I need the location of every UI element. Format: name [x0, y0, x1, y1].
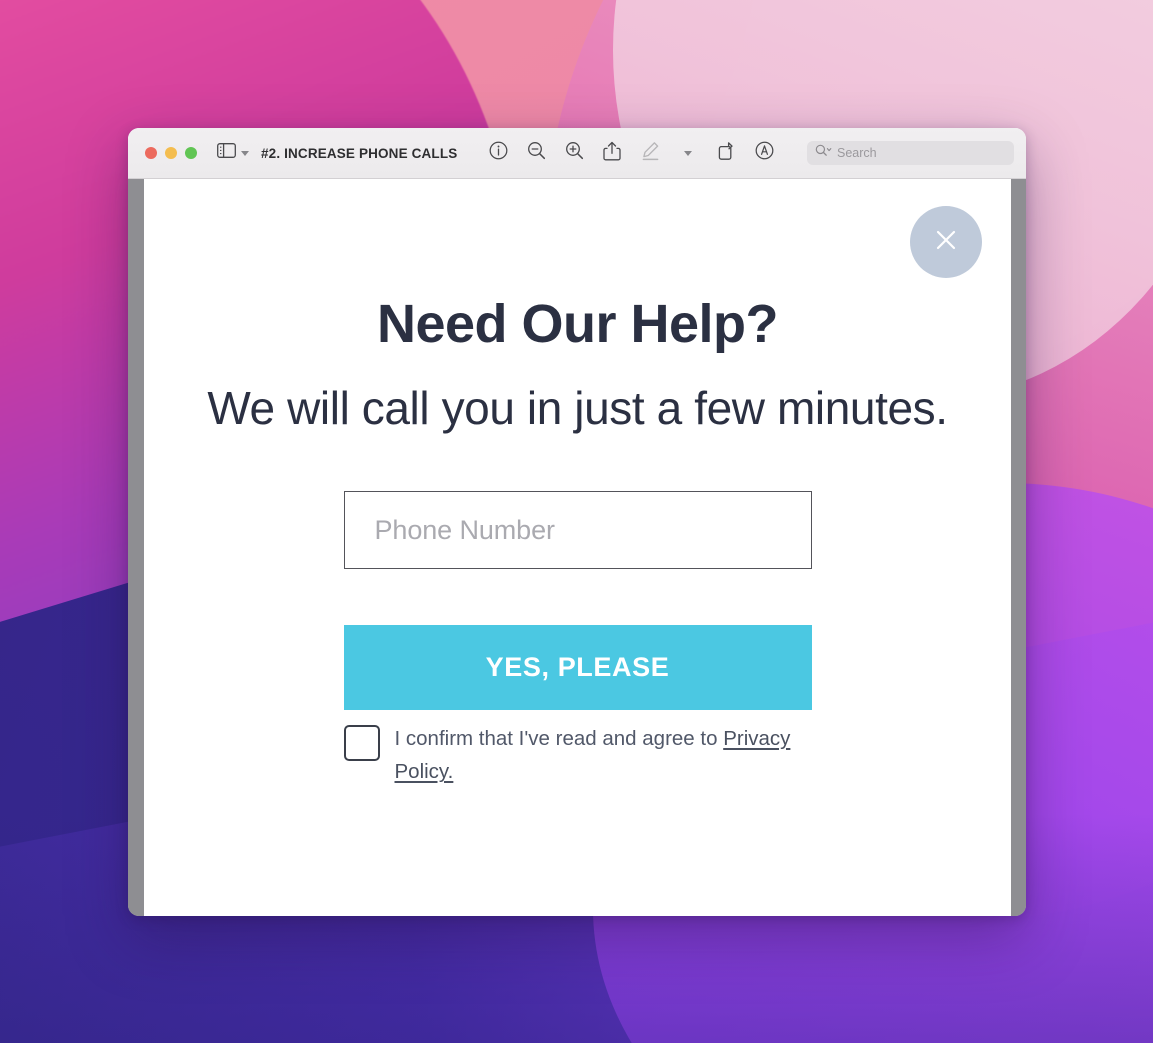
annotate-button[interactable] — [745, 136, 783, 170]
window-body: Need Our Help? We will call you in just … — [128, 179, 1026, 916]
desktop-wallpaper: #2. INCREASE PHONE CALLS Search Need Our… — [0, 0, 1153, 1043]
submit-button[interactable]: YES, PLEASE — [343, 625, 812, 711]
phone-number-input[interactable]: Phone Number — [343, 491, 812, 570]
chevron-down-icon — [684, 150, 693, 156]
zoom-in-button[interactable] — [555, 136, 593, 170]
modal-subheadline: We will call you in just a few minutes. — [207, 381, 948, 434]
document-title: #2. INCREASE PHONE CALLS — [261, 145, 458, 161]
search-placeholder: Search — [837, 146, 877, 160]
rotate-icon — [717, 141, 736, 166]
consent-row: I confirm that I've read and agree to Pr… — [343, 722, 812, 788]
window-titlebar: #2. INCREASE PHONE CALLS Search — [128, 128, 1026, 179]
zoom-out-icon — [527, 141, 546, 165]
zoom-out-button[interactable] — [517, 136, 555, 170]
page-frame-left — [128, 179, 144, 916]
chevron-down-icon — [241, 150, 249, 156]
share-icon — [603, 141, 622, 166]
traffic-light-group — [145, 147, 197, 159]
sidebar-toggle-button[interactable] — [217, 143, 249, 163]
preview-window: #2. INCREASE PHONE CALLS Search Need Our… — [128, 128, 1026, 916]
minimize-window-button[interactable] — [165, 147, 177, 159]
info-icon — [489, 141, 508, 165]
share-button[interactable] — [593, 136, 631, 170]
markup-pen-button[interactable] — [631, 136, 669, 170]
close-window-button[interactable] — [145, 147, 157, 159]
zoom-in-icon — [565, 141, 584, 165]
markup-options-button[interactable] — [669, 136, 707, 170]
search-field[interactable]: Search — [807, 141, 1014, 165]
info-icon-button[interactable] — [479, 136, 517, 170]
markup-pen-icon — [641, 141, 660, 166]
toolbar-icon-group — [479, 136, 783, 170]
consent-text: I confirm that I've read and agree to Pr… — [395, 722, 812, 788]
sidebar-icon — [217, 143, 236, 163]
search-icon — [815, 144, 832, 162]
consent-checkbox[interactable] — [343, 725, 380, 762]
submit-button-label: YES, PLEASE — [485, 652, 670, 683]
rotate-button[interactable] — [707, 136, 745, 170]
zoom-window-button[interactable] — [185, 147, 197, 159]
modal-headline: Need Our Help? — [376, 294, 779, 354]
document-page: Need Our Help? We will call you in just … — [144, 179, 1011, 916]
phone-number-placeholder: Phone Number — [374, 514, 556, 545]
callback-request-form: Phone Number YES, PLEASE I confirm that … — [343, 491, 812, 788]
annotate-icon — [755, 141, 774, 165]
consent-text-prefix: I confirm that I've read and agree to — [394, 727, 724, 751]
page-frame-right — [1011, 179, 1026, 916]
lead-capture-modal: Need Our Help? We will call you in just … — [144, 179, 1011, 789]
